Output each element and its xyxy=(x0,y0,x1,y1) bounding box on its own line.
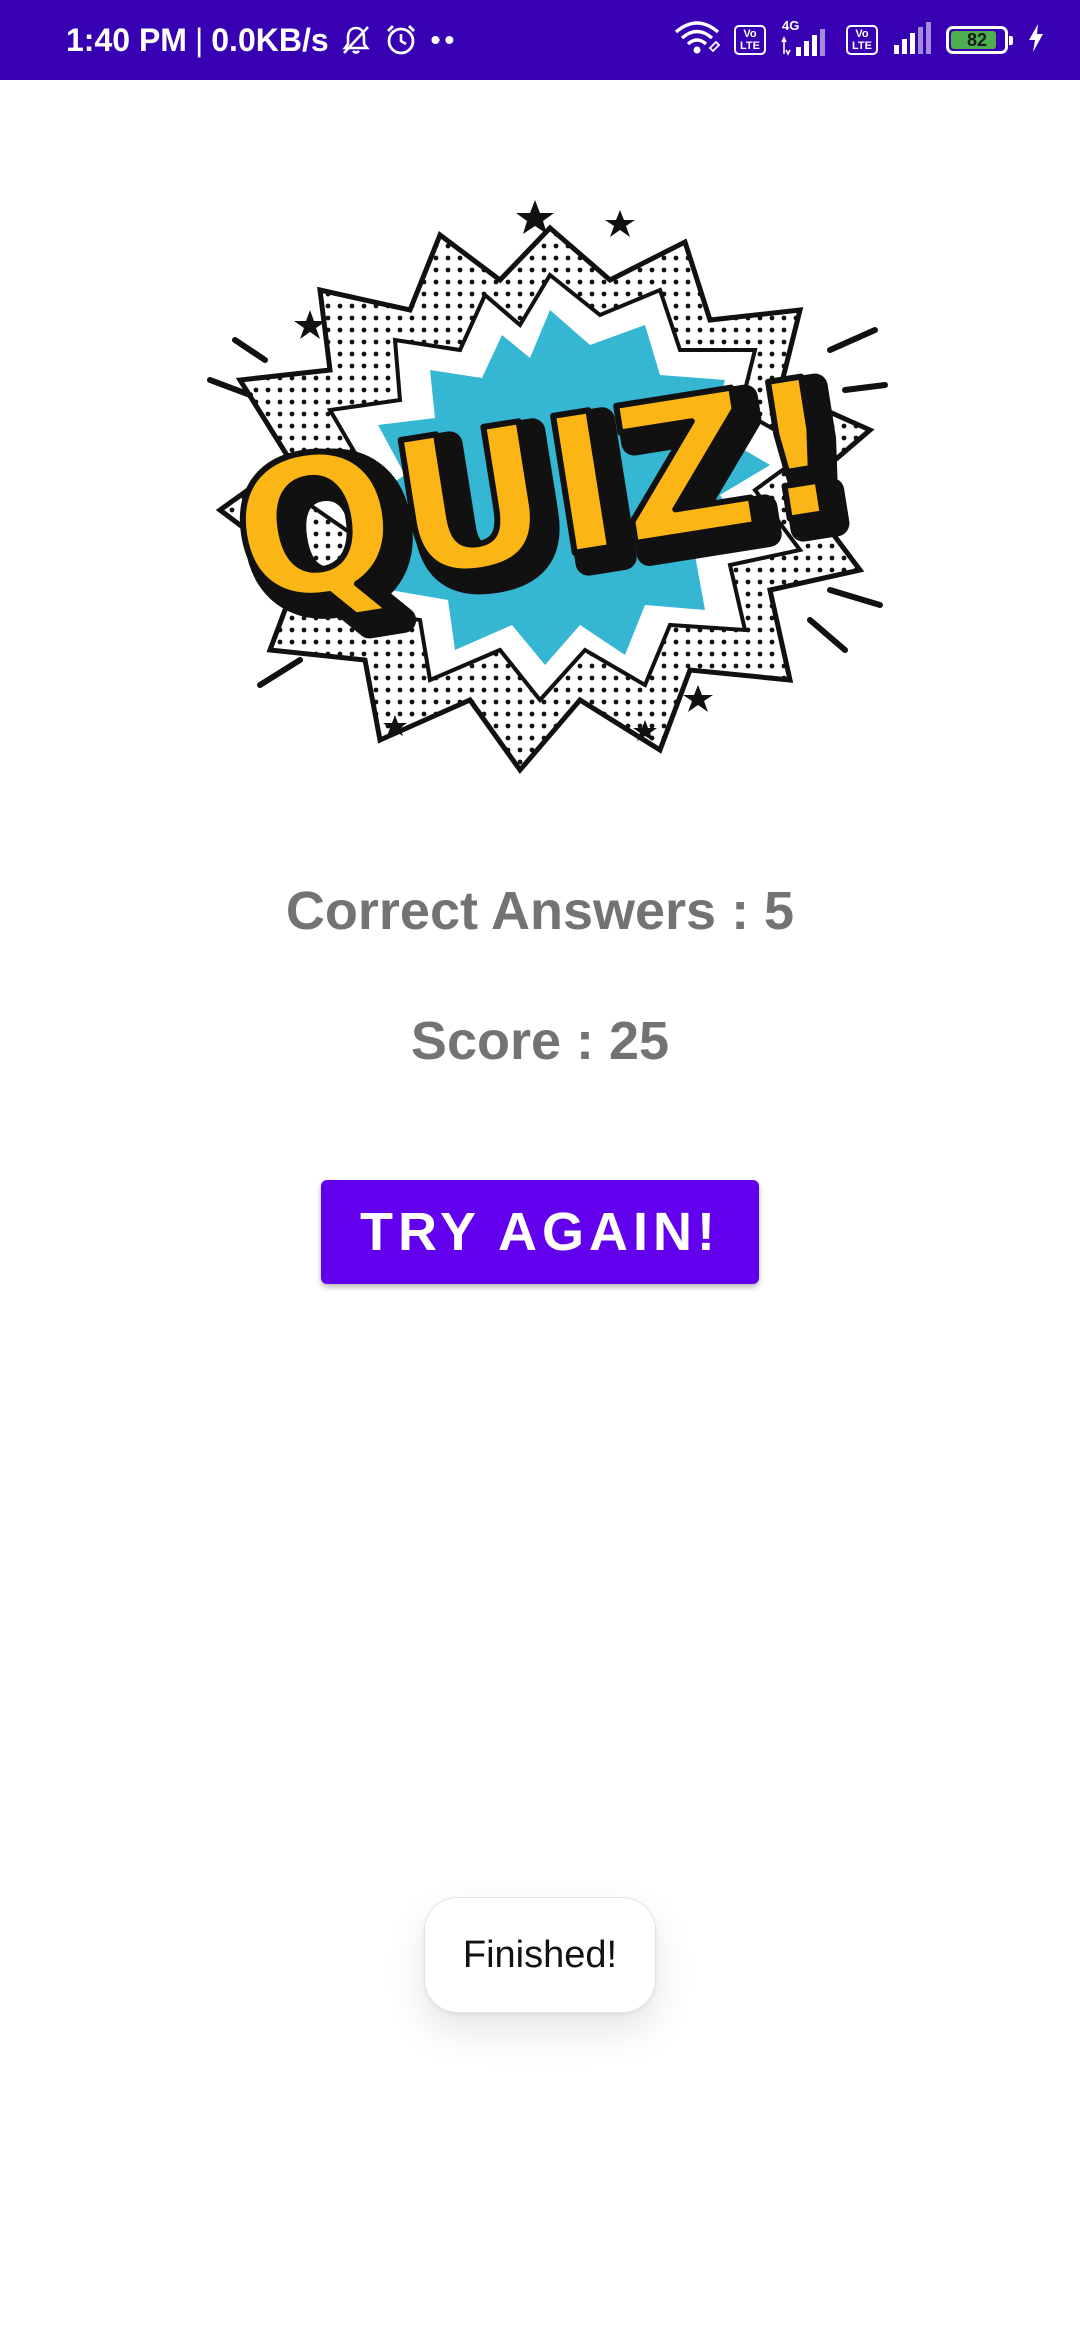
quiz-logo-image: QUIZ! QUIZ! xyxy=(207,200,888,775)
try-again-button[interactable]: TRY AGAIN! xyxy=(321,1180,759,1284)
volte-badge-1: Vo LTE xyxy=(734,25,766,55)
battery-level: 82 xyxy=(966,29,988,50)
finished-toast: Finished! xyxy=(424,1897,656,2013)
wifi-icon xyxy=(672,20,722,61)
signal-sim2-icon xyxy=(890,20,934,61)
more-notifications-icon: •• xyxy=(430,24,459,55)
status-separator: | xyxy=(194,21,204,58)
charging-icon xyxy=(1026,22,1046,59)
status-bar: 1:40 PM | 0.0KB/s •• Vo LTE 4G Vo LTE 82 xyxy=(0,0,1080,80)
status-speed: 0.0KB/s xyxy=(211,21,329,58)
volte-badge-2: Vo LTE xyxy=(846,25,878,55)
signal-sim1: 4G xyxy=(778,18,834,60)
score-text: Score : 25 xyxy=(410,1011,670,1071)
status-right: Vo LTE 4G Vo LTE 82 xyxy=(672,18,1046,61)
quiz-result-screen: 1:40 PM | 0.0KB/s •• Vo LTE 4G Vo LTE 82… xyxy=(0,0,1080,2340)
mute-icon xyxy=(339,23,373,57)
alarm-icon xyxy=(383,22,419,58)
correct-answers-text: Correct Answers : 5 xyxy=(285,881,795,941)
status-left: 1:40 PM | 0.0KB/s •• xyxy=(66,22,458,59)
status-time: 1:40 PM xyxy=(66,21,187,58)
battery-icon: 82 xyxy=(946,26,1013,54)
network-type: 4G xyxy=(782,18,800,33)
